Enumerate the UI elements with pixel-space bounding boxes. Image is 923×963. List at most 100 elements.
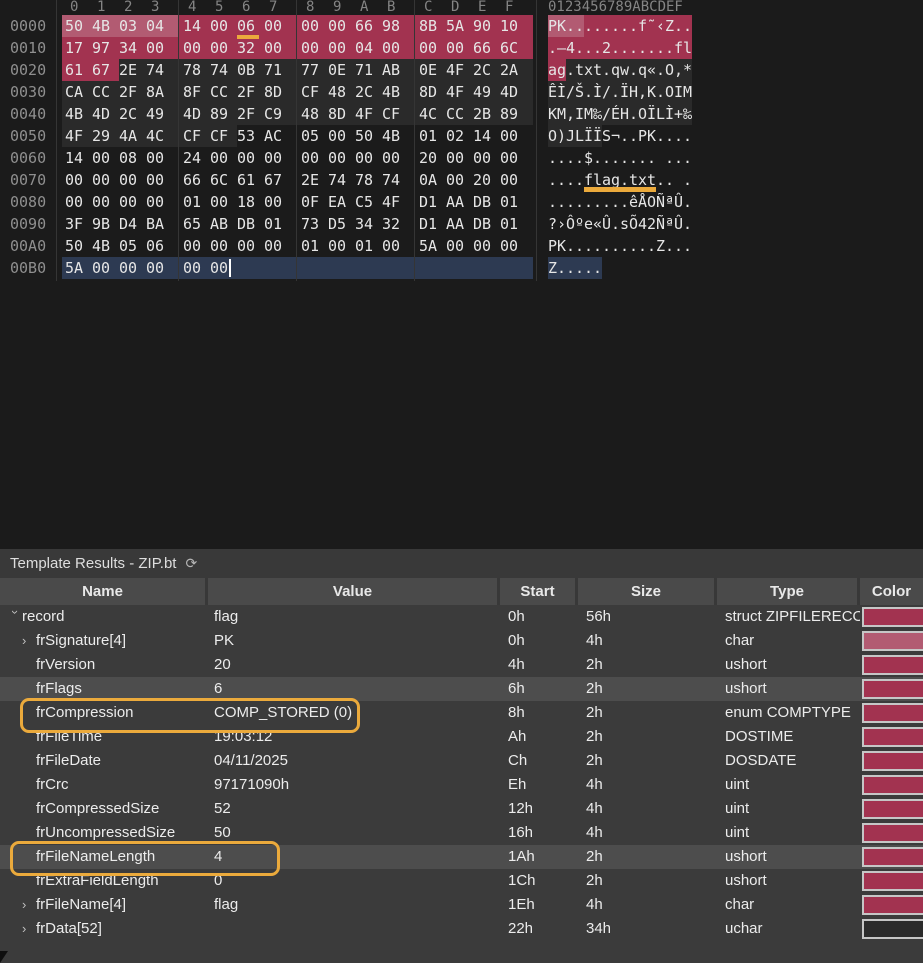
ascii-char[interactable]: Å [638,191,647,213]
hex-byte[interactable]: 66 [473,37,500,59]
ascii-char[interactable]: Ì [593,81,602,103]
hex-byte[interactable]: 00 [92,257,119,279]
ascii-char[interactable]: . [566,191,575,213]
ascii-char[interactable]: . [656,37,665,59]
hex-byte[interactable]: BA [146,213,173,235]
ascii-char[interactable]: Z [548,257,557,279]
hex-row[interactable]: 0030CACC2F8A8FCC2F8DCF482C4B8D4F494DÊÌ/Š… [0,81,923,103]
ascii-char[interactable]: . [656,169,665,191]
hex-byte[interactable]: 67 [92,59,119,81]
ascii-char[interactable]: . [629,103,638,125]
hex-ascii[interactable]: PK........f˜‹Z.. [548,15,692,37]
ascii-char[interactable]: K [557,15,566,37]
hex-byte[interactable]: 00 [328,235,355,257]
hex-byte[interactable]: DB [473,191,500,213]
ascii-char[interactable]: Û [674,213,683,235]
ascii-char[interactable]: . [638,235,647,257]
hex-byte[interactable]: 00 [146,191,173,213]
hex-byte[interactable]: 4F [382,191,409,213]
hex-byte[interactable]: 04 [146,15,173,37]
hex-byte[interactable] [301,257,328,279]
hex-byte[interactable]: 17 [65,37,92,59]
ascii-char[interactable]: H [629,81,638,103]
ascii-char[interactable]: H [620,103,629,125]
hex-byte[interactable]: 32 [237,37,264,59]
hex-byte[interactable]: 8B [419,15,446,37]
color-swatch[interactable] [862,799,923,819]
ascii-char[interactable]: L [575,125,584,147]
chevron-down-icon[interactable]: › [3,610,27,624]
hex-byte[interactable]: 00 [264,15,291,37]
ascii-char[interactable]: . [683,169,692,191]
hex-byte[interactable]: C5 [355,191,382,213]
hex-byte[interactable]: AC [264,125,291,147]
ascii-char[interactable]: . [620,147,629,169]
hex-byte[interactable]: 00 [237,147,264,169]
hex-byte[interactable]: CC [92,81,119,103]
hex-byte[interactable]: 00 [500,235,527,257]
ascii-char[interactable]: M [584,103,593,125]
hex-byte[interactable]: 4C [146,125,173,147]
hex-row[interactable]: 00B05A0000000000Z..... [0,257,923,279]
hex-byte[interactable]: 01 [355,235,382,257]
table-row[interactable]: ›frData[52]22h34huchar [0,917,923,941]
hex-byte[interactable]: 08 [119,147,146,169]
hex-byte[interactable]: 00 [328,15,355,37]
ascii-char[interactable]: . [566,15,575,37]
ascii-char[interactable]: . [593,257,602,279]
hex-byte[interactable]: 00 [328,125,355,147]
ascii-char[interactable]: . [647,147,656,169]
hex-byte[interactable]: 97 [92,37,119,59]
ascii-char[interactable]: t [575,59,584,81]
hex-byte[interactable]: 00 [210,257,237,279]
hex-byte[interactable]: 00 [92,147,119,169]
ascii-char[interactable]: . [674,125,683,147]
hex-ascii[interactable]: ag.txt.qw.q«.O,* [548,59,692,81]
ascii-char[interactable]: . [557,257,566,279]
ascii-char[interactable]: . [584,15,593,37]
ascii-char[interactable]: . [629,125,638,147]
ascii-char[interactable]: f [674,37,683,59]
color-swatch[interactable] [862,751,923,771]
hex-byte[interactable]: 01 [419,125,446,147]
ascii-char[interactable]: . [566,235,575,257]
hex-byte[interactable]: 00 [446,37,473,59]
ascii-char[interactable]: . [674,147,683,169]
hex-byte[interactable]: 02 [446,125,473,147]
hex-byte[interactable]: 4B [65,103,92,125]
ascii-char[interactable]: º [575,213,584,235]
hex-byte[interactable]: 8F [183,81,210,103]
hex-row[interactable]: 00101797340000003200000004000000666C.—4.… [0,37,923,59]
table-row[interactable]: frFlags66h2hushort [0,677,923,701]
hex-byte[interactable]: 4B [92,235,119,257]
hex-byte[interactable]: 01 [264,213,291,235]
ascii-char[interactable]: Ï [584,125,593,147]
hex-byte[interactable]: 90 [473,15,500,37]
hex-byte[interactable]: 34 [119,37,146,59]
ascii-char[interactable]: . [611,191,620,213]
ascii-char[interactable]: . [575,169,584,191]
hex-byte[interactable]: 00 [237,235,264,257]
hex-byte[interactable]: 98 [382,15,409,37]
ascii-char[interactable]: ‰ [683,103,692,125]
ascii-char[interactable]: . [683,147,692,169]
hex-byte[interactable]: CF [210,125,237,147]
ascii-char[interactable]: L [656,103,665,125]
hex-byte[interactable] [473,257,500,279]
hex-byte[interactable]: 3F [65,213,92,235]
ascii-char[interactable]: . [611,37,620,59]
hex-byte[interactable]: 9B [92,213,119,235]
hex-row[interactable]: 00A0504B050600000000010001005A000000PK..… [0,235,923,257]
table-row[interactable]: frUncompressedSize5016h4huint [0,821,923,845]
hex-byte[interactable]: 00 [446,169,473,191]
hex-ascii[interactable]: ....$....... ... [548,147,692,169]
ascii-char[interactable]: / [602,81,611,103]
hex-byte[interactable]: 00 [419,37,446,59]
ascii-char[interactable]: a [602,169,611,191]
hex-byte[interactable] [500,257,527,279]
table-row[interactable]: ›recordflag0h56hstruct ZIPFILERECO... [0,605,923,629]
hex-byte[interactable]: 53 [237,125,264,147]
ascii-char[interactable]: l [683,37,692,59]
hex-byte[interactable]: 00 [446,235,473,257]
ascii-char[interactable]: . [566,257,575,279]
